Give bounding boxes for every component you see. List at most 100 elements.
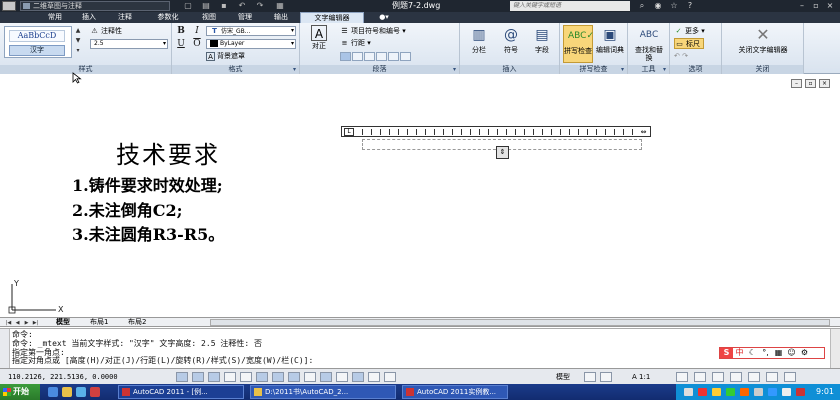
- taskbar-item-folder[interactable]: D:\2011书\AutoCAD_2...: [250, 385, 396, 399]
- align-justify-button[interactable]: [376, 51, 387, 61]
- tray-speaker-icon[interactable]: [796, 388, 805, 396]
- isolate-objects-icon[interactable]: [748, 372, 760, 382]
- object-snap-tracking-toggle[interactable]: [288, 372, 300, 382]
- tab-layout1[interactable]: 布局1: [90, 318, 108, 327]
- tab-parametric[interactable]: 参数化: [148, 12, 188, 23]
- mtext-height-handle[interactable]: ⇕: [496, 146, 509, 159]
- command-window-grip[interactable]: [0, 329, 10, 369]
- undo-redo-buttons[interactable]: ↶ ↷: [674, 51, 688, 62]
- tab-model[interactable]: 模型: [56, 318, 70, 327]
- ime-user-icon[interactable]: ☺: [785, 348, 798, 358]
- tray-network-icon[interactable]: [684, 388, 693, 396]
- font-combo[interactable]: T 仿宋_GB... ▾: [206, 26, 296, 36]
- gallery-scroll[interactable]: ▲ ▼ ▾: [74, 26, 82, 58]
- infer-constraints-toggle[interactable]: [176, 372, 188, 382]
- tab-manage[interactable]: 管理: [230, 12, 260, 23]
- drawing-title-text[interactable]: 技术要求: [116, 135, 220, 170]
- command-prompt-line[interactable]: 指定对角点或 [高度(H)/对正(J)/行距(L)/旋转(R)/样式(S)/宽度…: [12, 355, 313, 366]
- ime-settings-icon[interactable]: ⚙: [798, 348, 811, 358]
- command-scrollbar[interactable]: [830, 329, 840, 369]
- command-window[interactable]: 命令: 命令: _mtext 当前文字样式: "汉字" 文字高度: 2.5 注释…: [0, 328, 840, 369]
- style-name[interactable]: 汉字: [9, 45, 65, 56]
- quick-view-drawings-button[interactable]: [600, 372, 612, 382]
- text-height-combo[interactable]: 2.5 ▾: [90, 39, 168, 49]
- plot-icon[interactable]: ▦: [272, 1, 288, 11]
- ribbon-options-icon[interactable]: ●▾: [372, 12, 396, 23]
- justify-button[interactable]: A 对正: [304, 25, 334, 63]
- panel-expand-icon[interactable]: ▾: [663, 65, 666, 74]
- tray-app-icon[interactable]: [726, 388, 735, 396]
- field-button[interactable]: ▤ 字段: [528, 25, 556, 63]
- lock-ui-icon[interactable]: [712, 372, 724, 382]
- tray-update-icon[interactable]: [782, 388, 791, 396]
- ruler-toggle[interactable]: ▭ 标尺: [674, 38, 704, 49]
- bullets-numbering-button[interactable]: ☰ 项目符号和编号 ▾: [340, 26, 405, 37]
- redo-icon[interactable]: ↷: [252, 1, 268, 11]
- align-left-button[interactable]: [340, 51, 351, 61]
- columns-button[interactable]: ▥ 分栏: [464, 25, 494, 63]
- paragraph-button[interactable]: [400, 51, 411, 61]
- hardware-acceleration-icon[interactable]: [730, 372, 742, 382]
- search-input[interactable]: 键入关键字或短语: [510, 1, 630, 11]
- align-right-button[interactable]: [364, 51, 375, 61]
- drawing-close-icon[interactable]: ×: [819, 79, 830, 88]
- requirement-line-2[interactable]: 2.未注倒角C2;: [72, 197, 182, 221]
- annotation-scale[interactable]: A 1:1: [632, 369, 650, 385]
- open-file-icon[interactable]: ▤: [198, 1, 214, 11]
- maximize-icon[interactable]: ▫: [810, 1, 822, 11]
- status-bar-menu-icon[interactable]: [766, 372, 778, 382]
- first-layout-icon[interactable]: |◀: [4, 319, 13, 327]
- quick-properties-toggle[interactable]: [368, 372, 380, 382]
- workspace-switcher[interactable]: 二维草图与注释: [20, 1, 170, 11]
- mtext-ruler[interactable]: L ⇔: [341, 126, 651, 137]
- polar-tracking-toggle[interactable]: [240, 372, 252, 382]
- panel-expand-icon[interactable]: ▾: [293, 65, 296, 74]
- panel-expand-icon[interactable]: ▾: [453, 65, 456, 74]
- tab-stop-marker[interactable]: L: [344, 128, 354, 136]
- overline-button[interactable]: O: [192, 39, 202, 49]
- taskbar-item-autocad[interactable]: AutoCAD 2011 - [例...: [118, 385, 244, 399]
- tab-view[interactable]: 视图: [194, 12, 224, 23]
- application-menu-button[interactable]: [2, 1, 16, 11]
- search-icon[interactable]: ⌕: [636, 1, 648, 11]
- tab-layout2[interactable]: 布局2: [128, 318, 146, 327]
- tray-security-icon[interactable]: [754, 388, 763, 396]
- 3d-object-snap-toggle[interactable]: [272, 372, 284, 382]
- tray-ime-icon[interactable]: [740, 388, 749, 396]
- bold-button[interactable]: B: [176, 26, 186, 36]
- dynamic-input-toggle[interactable]: [320, 372, 332, 382]
- requirement-line-1[interactable]: 1.铸件要求时效处理;: [72, 172, 223, 196]
- tab-text-editor[interactable]: 文字编辑器: [300, 12, 364, 23]
- next-layout-icon[interactable]: ▶: [22, 319, 31, 327]
- requirement-line-3[interactable]: 3.未注圆角R3-R5。: [72, 221, 224, 245]
- underline-button[interactable]: U: [176, 39, 186, 49]
- communication-icon[interactable]: ◉: [652, 1, 664, 11]
- help-icon[interactable]: ?: [684, 1, 696, 11]
- spell-check-button[interactable]: ABC✓ 拼写检查: [563, 25, 594, 63]
- tab-home[interactable]: 常用: [40, 12, 70, 23]
- lineweight-toggle[interactable]: [336, 372, 348, 382]
- more-button[interactable]: ✓ 更多 ▾: [674, 26, 705, 37]
- model-space-button[interactable]: 模型: [556, 369, 570, 385]
- prev-layout-icon[interactable]: ◀: [13, 319, 22, 327]
- taskbar-item-document[interactable]: AutoCAD 2011实例教...: [402, 385, 508, 399]
- quicklaunch-ie-icon[interactable]: [48, 387, 58, 397]
- horizontal-scrollbar[interactable]: [210, 319, 830, 326]
- start-button[interactable]: 开始: [0, 384, 40, 400]
- quicklaunch-desktop-icon[interactable]: [76, 387, 86, 397]
- drawing-restore-icon[interactable]: ▫: [805, 79, 816, 88]
- clock[interactable]: 9:01: [816, 384, 834, 400]
- drawing-minimize-icon[interactable]: –: [791, 79, 802, 88]
- quicklaunch-autocad-icon[interactable]: [90, 387, 100, 397]
- ime-punct-icon[interactable]: °,: [759, 348, 772, 358]
- background-mask-button[interactable]: A 背景遮罩: [206, 51, 245, 62]
- tab-insert[interactable]: 插入: [74, 12, 104, 23]
- align-center-button[interactable]: [352, 51, 363, 61]
- tab-annotate[interactable]: 注释: [110, 12, 140, 23]
- ime-moon-icon[interactable]: ☾: [746, 348, 759, 358]
- find-replace-button[interactable]: ABC 查找和替换: [632, 25, 666, 63]
- symbol-button[interactable]: @ 符号: [496, 25, 526, 63]
- favorites-icon[interactable]: ☆: [668, 1, 680, 11]
- object-snap-toggle[interactable]: [256, 372, 268, 382]
- quick-view-layouts-button[interactable]: [584, 372, 596, 382]
